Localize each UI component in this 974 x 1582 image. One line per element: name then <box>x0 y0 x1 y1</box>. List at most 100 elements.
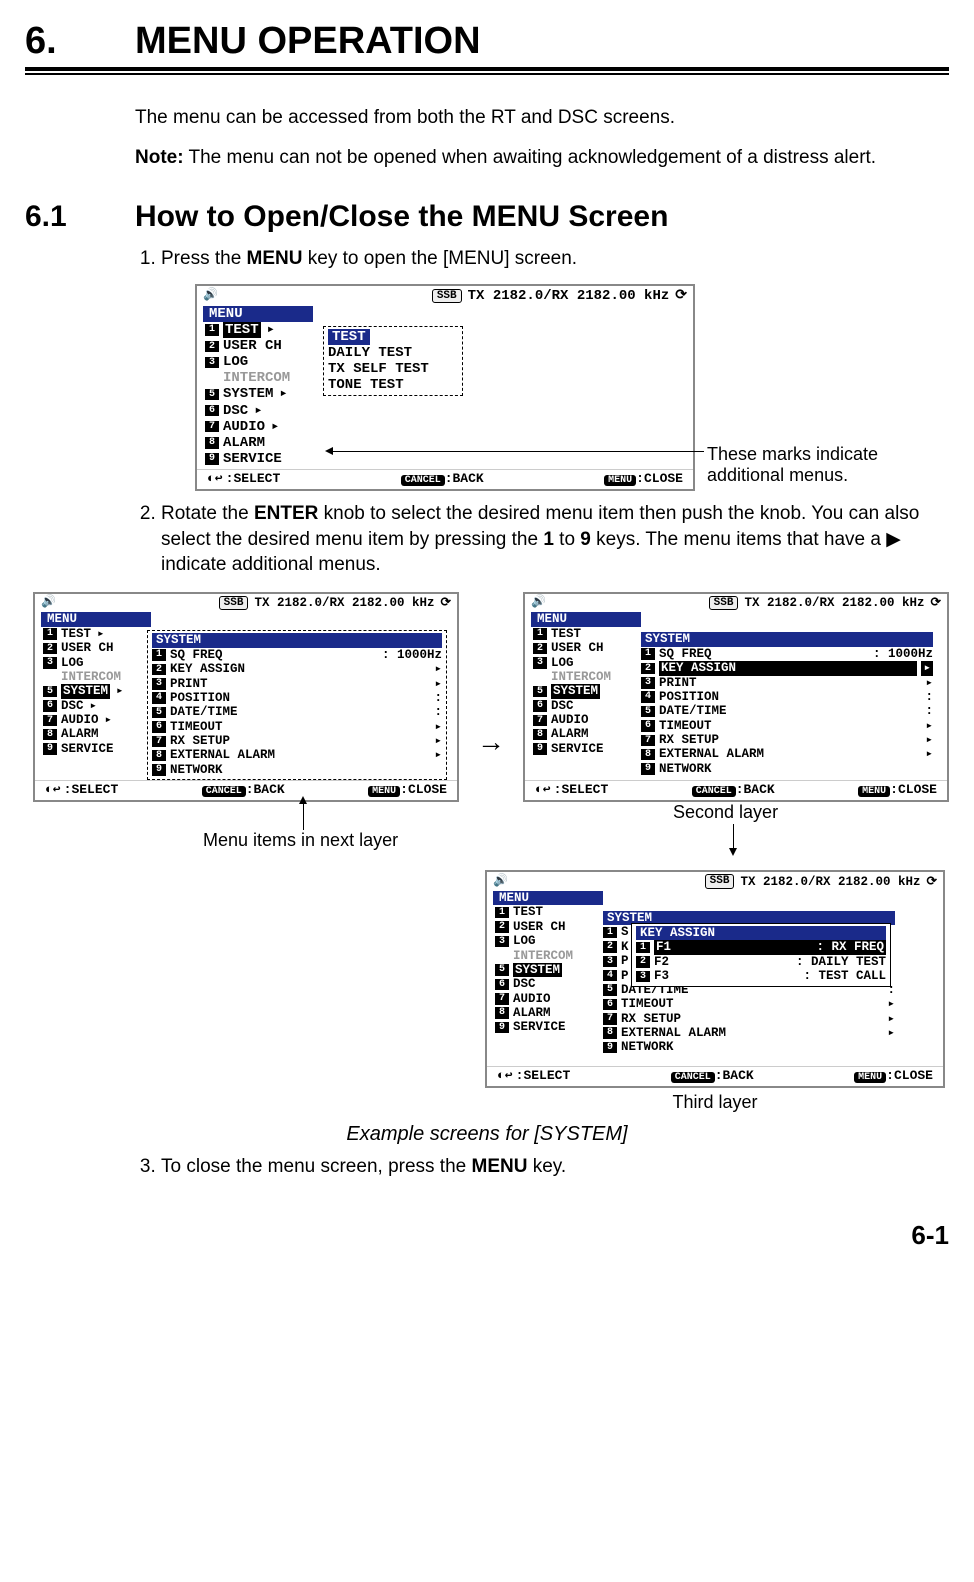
system-submenu-list: 1SQ FREQ: 1000Hz 2KEY ASSIGN▸ 3PRINT▸ 4P… <box>641 647 933 776</box>
note-label: Note: <box>135 147 184 168</box>
knob-icon: ◐↩ <box>45 783 61 798</box>
sys-item[interactable]: 9NETWORK <box>603 1040 895 1054</box>
freq-readout: TX 2182.0/RX 2182.00 kHz <box>740 875 920 889</box>
sys-item[interactable]: 6TIMEOUT▸ <box>152 720 442 734</box>
callout-line <box>329 451 704 452</box>
sys-item[interactable]: 3PRINT▸ <box>641 676 933 690</box>
intro-text: The menu can be accessed from both the R… <box>135 105 949 131</box>
menu-header: MENU <box>531 612 641 626</box>
sys-item[interactable]: 3PRINT▸ <box>152 677 442 691</box>
heading-rule-thick <box>25 67 949 71</box>
sys-item[interactable]: 4POSITION: <box>152 691 442 705</box>
label-third-layer: Third layer <box>485 1092 945 1113</box>
system-screen-layer2: 🔊 SSB TX 2182.0/RX 2182.00 kHz ⟳ MENU 1T… <box>523 592 949 803</box>
sys-item[interactable]: 8EXTERNAL ALARM▸ <box>603 1026 895 1040</box>
page-number: 6-1 <box>25 1220 949 1251</box>
note-text: Note: The menu can not be opened when aw… <box>135 145 949 171</box>
menu-item-alarm[interactable]: 8ALARM <box>203 435 687 451</box>
ka-item[interactable]: 2F2: DAILY TEST <box>636 955 886 969</box>
menu-item-audio[interactable]: 7AUDIO▸ <box>203 419 687 435</box>
menu-header: MENU <box>493 891 603 905</box>
sys-item[interactable]: 6TIMEOUT▸ <box>641 719 933 733</box>
chapter-name: MENU OPERATION <box>135 20 481 63</box>
sys-item[interactable]: 8EXTERNAL ALARM▸ <box>641 747 933 761</box>
keyassign-list: 1F1: RX FREQ 2F2: DAILY TEST 3F3: TEST C… <box>636 940 886 983</box>
label-second-layer: Second layer <box>673 802 778 823</box>
step-1: Press the MENU key to open the [MENU] sc… <box>161 246 949 272</box>
speaker-icon: 🔊 <box>203 289 218 303</box>
freq-readout: TX 2182.0/RX 2182.00 kHz <box>468 288 670 304</box>
screen-topbar: 🔊 SSB TX 2182.0/RX 2182.00 kHz ⟳ <box>35 594 457 613</box>
sys-item[interactable]: 5DATE/TIME: <box>152 705 442 719</box>
submenu-arrow-icon: ▸ <box>271 419 279 435</box>
note-body: The menu can not be opened when awaiting… <box>184 147 877 168</box>
submenu-item[interactable]: TX SELF TEST <box>328 361 458 377</box>
sys-item[interactable]: 8EXTERNAL ALARM▸ <box>152 748 442 762</box>
arrow-up-icon <box>299 796 307 804</box>
menu-item-dsc[interactable]: 6DSC▸ <box>203 403 687 419</box>
screen-footer: ◐↩:SELECT CANCEL:BACK MENU:CLOSE <box>525 780 947 800</box>
example-caption: Example screens for [SYSTEM] <box>25 1123 949 1146</box>
menu-header: MENU <box>41 612 151 626</box>
chapter-number: 6. <box>25 20 135 63</box>
sys-item[interactable]: 7RX SETUP▸ <box>152 734 442 748</box>
system-submenu-title: SYSTEM <box>641 632 933 646</box>
submenu-item[interactable]: DAILY TEST <box>328 345 458 361</box>
speaker-icon: 🔊 <box>493 875 508 889</box>
speaker-icon: 🔊 <box>531 596 546 610</box>
sys-item[interactable]: 6TIMEOUT▸ <box>603 997 895 1011</box>
ka-item[interactable]: 3F3: TEST CALL <box>636 969 886 983</box>
menu-screen-1: 🔊 SSB TX 2182.0/RX 2182.00 kHz ⟳ MENU 1T… <box>195 284 695 491</box>
sys-item[interactable]: 1SQ FREQ: 1000Hz <box>641 647 933 661</box>
sys-item[interactable]: 4POSITION: <box>641 690 933 704</box>
ka-item-f1-selected[interactable]: 1F1: RX FREQ <box>636 940 886 954</box>
knob-icon: ◐↩ <box>497 1069 513 1084</box>
ssb-badge: SSB <box>705 874 735 889</box>
sys-item[interactable]: 5DATE/TIME: <box>641 704 933 718</box>
section-title: 6.1 How to Open/Close the MENU Screen <box>25 200 949 234</box>
screen-topbar: 🔊 SSB TX 2182.0/RX 2182.00 kHz ⟳ <box>487 872 943 891</box>
ssb-badge: SSB <box>432 289 462 304</box>
sys-item[interactable]: 9NETWORK <box>641 762 933 776</box>
submenu-arrow-icon: ▸ <box>279 386 287 402</box>
steps-list-2: Rotate the ENTER knob to select the desi… <box>135 501 949 578</box>
step-2: Rotate the ENTER knob to select the desi… <box>161 501 949 578</box>
system-submenu-list: 1SQ FREQ: 1000Hz 2KEY ASSIGN▸ 3PRINT▸ 4P… <box>152 648 442 777</box>
menu-item-service[interactable]: 9SERVICE <box>203 451 687 467</box>
system-submenu-panel: SYSTEM 1SQ FREQ: 1000Hz 2KEY ASSIGN▸ 3PR… <box>637 630 937 778</box>
system-screen-layer1: 🔊 SSB TX 2182.0/RX 2182.00 kHz ⟳ MENU 1T… <box>33 592 459 803</box>
sys-item-keyassign-selected[interactable]: 2KEY ASSIGN▸ <box>641 661 933 675</box>
sys-item[interactable]: 2KEY ASSIGN▸ <box>152 662 442 676</box>
system-screen-layer3: 🔊 SSB TX 2182.0/RX 2182.00 kHz ⟳ MENU 1T… <box>485 870 945 1088</box>
submenu-item[interactable]: TONE TEST <box>328 377 458 393</box>
screen-topbar: 🔊 SSB TX 2182.0/RX 2182.00 kHz ⟳ <box>197 286 693 306</box>
screen-topbar: 🔊 SSB TX 2182.0/RX 2182.00 kHz ⟳ <box>525 594 947 613</box>
step-3: To close the menu screen, press the MENU… <box>161 1154 949 1180</box>
screen-footer: ◐↩:SELECT CANCEL:BACK MENU:CLOSE <box>487 1066 943 1086</box>
sys-item[interactable]: 7RX SETUP▸ <box>603 1012 895 1026</box>
footer-back: CANCEL:BACK <box>401 472 484 487</box>
freq-readout: TX 2182.0/RX 2182.00 kHz <box>744 596 924 610</box>
sys-item[interactable]: 9NETWORK <box>152 763 442 777</box>
sys-item[interactable]: 7RX SETUP▸ <box>641 733 933 747</box>
callout-line <box>303 802 304 830</box>
submenu-list: DAILY TEST TX SELF TEST TONE TEST <box>328 345 458 393</box>
submenu-title: TEST <box>328 329 370 345</box>
screen-footer: ◐↩:SELECT CANCEL:BACK MENU:CLOSE <box>35 780 457 800</box>
activity-icon: ⟳ <box>441 596 451 610</box>
callout-additional-menus: These marks indicate additional menus. <box>707 444 917 485</box>
sys-item[interactable]: 1SQ FREQ: 1000Hz <box>152 648 442 662</box>
ssb-badge: SSB <box>219 596 249 611</box>
submenu-panel: TEST DAILY TEST TX SELF TEST TONE TEST <box>323 326 463 396</box>
label-next-layer: Menu items in next layer <box>203 830 398 851</box>
keyassign-title: KEY ASSIGN <box>636 926 886 940</box>
knob-icon: ◐↩ <box>535 783 551 798</box>
heading-rule-thin <box>25 73 949 75</box>
screen-footer: ◐↩:SELECT CANCEL:BACK MENU:CLOSE <box>197 469 693 489</box>
speaker-icon: 🔊 <box>41 596 56 610</box>
knob-icon: ◐↩ <box>207 472 223 487</box>
activity-icon: ⟳ <box>927 875 937 889</box>
submenu-arrow-icon: ▸ <box>254 403 262 419</box>
chapter-title: 6. MENU OPERATION <box>25 20 949 63</box>
arrow-right-icon: → <box>477 726 505 758</box>
